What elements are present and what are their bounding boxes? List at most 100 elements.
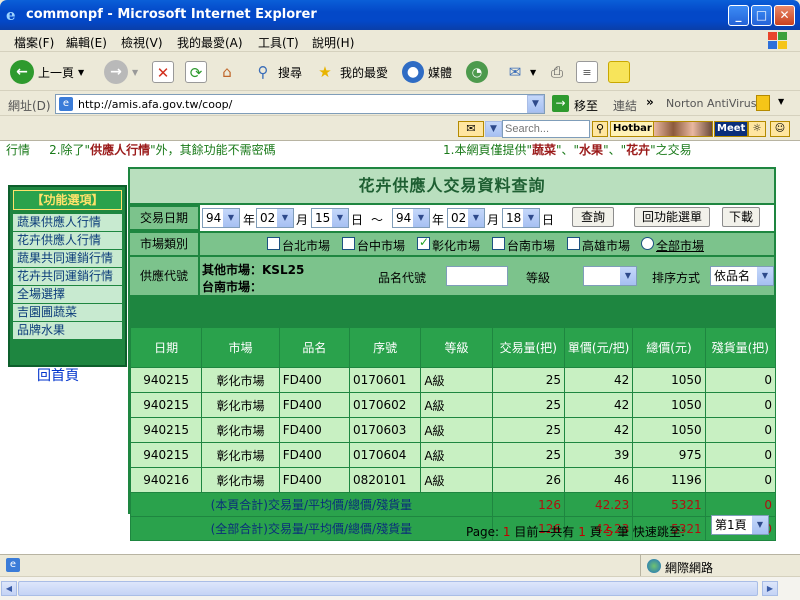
all-markets-label[interactable]: 全部市場 — [656, 237, 704, 254]
close-button[interactable]: ✕ — [774, 5, 795, 26]
taipei-market-checkbox[interactable] — [267, 237, 280, 250]
forward-dropdown-icon[interactable]: ▼ — [132, 68, 138, 77]
horizontal-scrollbar[interactable]: ◀ ▶ — [0, 576, 800, 600]
home-button[interactable]: ⌂ — [216, 58, 238, 86]
changhua-market-checkbox[interactable] — [417, 237, 430, 250]
avatar-strip-icon[interactable] — [653, 121, 713, 137]
mail-icon: ✉ — [504, 61, 526, 83]
table-cell: 1050 — [633, 368, 705, 393]
col-serial[interactable]: 序號 — [350, 328, 421, 368]
jump-page-select[interactable]: 第1頁 — [711, 515, 769, 535]
mail-button[interactable]: ✉ ▼ — [504, 58, 536, 86]
toolbar-search-input[interactable] — [502, 120, 590, 138]
scroll-right-icon[interactable]: ▶ — [762, 581, 778, 596]
go-button[interactable]: 移至 — [574, 97, 598, 114]
current-page-link[interactable]: 1 — [503, 525, 511, 539]
summary-total: 5321 — [633, 493, 705, 517]
back-dropdown-icon[interactable]: ▼ — [78, 68, 84, 77]
scroll-left-icon[interactable]: ◀ — [1, 581, 17, 596]
product-code-input[interactable] — [446, 266, 508, 286]
back-to-menu-button[interactable]: 回功能選單 — [634, 207, 710, 227]
product-code-label: 品名代號 — [378, 269, 426, 286]
minimize-button[interactable]: _ — [728, 5, 749, 26]
scroll-thumb[interactable] — [18, 581, 758, 596]
home-link[interactable]: 回首頁 — [37, 365, 79, 385]
other-market-code: 其他市場：KSL25 — [202, 261, 304, 278]
table-cell: 0170603 — [350, 418, 421, 443]
table-row: 940215彰化市場FD4000170601A級254210500 — [131, 368, 776, 393]
links-chevron-icon[interactable]: » — [646, 95, 654, 109]
menu-item-flower-supplier[interactable]: 花卉供應人行情 — [13, 232, 122, 250]
links-label[interactable]: 連結 — [613, 97, 637, 114]
title-bar[interactable]: e commonpf - Microsoft Internet Explorer… — [0, 0, 800, 30]
menu-view[interactable]: 檢視(V) — [121, 34, 163, 51]
menu-item-flower-coop[interactable]: 花卉共同運銷行情 — [13, 268, 122, 286]
from-month-select[interactable]: 02 — [256, 208, 294, 228]
menu-item-brand-fruit[interactable]: 品牌水果 — [13, 322, 122, 340]
discuss-button[interactable] — [608, 58, 630, 86]
col-product[interactable]: 品名 — [279, 328, 349, 368]
to-year-select[interactable]: 94 — [392, 208, 430, 228]
zone-label: 網際網路 — [665, 559, 713, 576]
sort-select[interactable]: 依品名 — [710, 266, 774, 286]
grade-select[interactable] — [583, 266, 637, 286]
stop-button[interactable]: ✕ — [152, 58, 174, 86]
menu-edit[interactable]: 編輯(E) — [66, 34, 107, 51]
norton-dropdown-icon[interactable]: ▼ — [778, 97, 784, 106]
refresh-button[interactable]: ⟳ — [185, 58, 207, 86]
favorites-button[interactable]: ★ 我的最愛 — [314, 58, 388, 86]
menu-item-veg-fruit-supplier[interactable]: 蔬果供應人行情 — [13, 214, 122, 232]
to-day-select[interactable]: 18 — [502, 208, 540, 228]
to-month-select[interactable]: 02 — [447, 208, 485, 228]
meet-button[interactable]: Meet — [714, 121, 748, 137]
weather-icon[interactable]: ☼ — [748, 121, 766, 137]
col-remaining[interactable]: 殘貨量(把) — [705, 328, 775, 368]
history-button[interactable]: ◔ — [466, 58, 488, 86]
from-year-select[interactable]: 94 — [202, 208, 240, 228]
query-panel: 花卉供應人交易資料查詢 交易日期 94 年 02 月 15 日 ～ 94 年 0… — [128, 167, 776, 514]
back-button[interactable]: ← 上一頁 ▼ — [10, 58, 84, 86]
tainan-market-code: 台南市場： — [202, 278, 262, 295]
col-grade[interactable]: 等級 — [421, 328, 492, 368]
all-markets-radio[interactable] — [641, 237, 654, 250]
print-button[interactable]: ⎙ — [546, 58, 568, 86]
search-button[interactable]: ⚲ 搜尋 — [252, 58, 302, 86]
table-row: 940215彰化市場FD4000170602A級254210500 — [131, 393, 776, 418]
toolbar-search-icon[interactable]: ⚲ — [592, 121, 608, 137]
smiley-icon[interactable]: ☺ — [770, 121, 790, 137]
media-button[interactable]: ● 媒體 — [402, 58, 452, 86]
taichung-market-checkbox[interactable] — [342, 237, 355, 250]
norton-label[interactable]: Norton AntiVirus — [666, 97, 756, 110]
menu-tools[interactable]: 工具(T) — [258, 34, 299, 51]
menu-file[interactable]: 檔案(F) — [14, 34, 54, 51]
query-button[interactable]: 查詢 — [572, 207, 614, 227]
menu-help[interactable]: 說明(H) — [312, 34, 354, 51]
forward-button[interactable]: → ▼ — [104, 58, 138, 86]
col-volume[interactable]: 交易量(把) — [492, 328, 564, 368]
from-day-select[interactable]: 15 — [311, 208, 349, 228]
mail-toolbar-icon[interactable]: ✉ — [458, 121, 484, 137]
kaohsiung-market-checkbox[interactable] — [567, 237, 580, 250]
mail-dropdown-icon[interactable]: ▼ — [530, 68, 536, 77]
menu-item-cgap-vegetables[interactable]: 吉園圃蔬菜 — [13, 304, 122, 322]
col-date[interactable]: 日期 — [131, 328, 202, 368]
go-arrow-icon[interactable]: → — [552, 95, 569, 112]
address-input[interactable]: e http://amis.afa.gov.tw/coop/ ▼ — [55, 94, 545, 114]
col-unit-price[interactable]: 單價(元/把) — [564, 328, 632, 368]
function-menu: 【功能選項】 蔬果供應人行情 花卉供應人行情 蔬果共同運銷行情 花卉共同運銷行情… — [8, 185, 127, 367]
menu-item-veg-fruit-coop[interactable]: 蔬果共同運銷行情 — [13, 250, 122, 268]
col-total[interactable]: 總價(元) — [633, 328, 705, 368]
hotbar-button[interactable]: Hotbar — [610, 121, 655, 137]
download-button[interactable]: 下載 — [722, 207, 760, 227]
table-cell: 0170604 — [350, 443, 421, 468]
address-dropdown-icon[interactable]: ▼ — [527, 95, 544, 113]
menu-item-market-select[interactable]: 全場選擇 — [13, 286, 122, 304]
tainan-market-checkbox[interactable] — [492, 237, 505, 250]
maximize-button[interactable]: □ — [751, 5, 772, 26]
menu-favorites[interactable]: 我的最愛(A) — [177, 34, 243, 51]
table-cell: 25 — [492, 418, 564, 443]
edit-button[interactable]: ≡ — [576, 58, 598, 86]
norton-icon[interactable] — [756, 95, 770, 111]
mail-toolbar-dropdown-icon[interactable]: ▼ — [485, 121, 502, 137]
col-market[interactable]: 市場 — [202, 328, 279, 368]
